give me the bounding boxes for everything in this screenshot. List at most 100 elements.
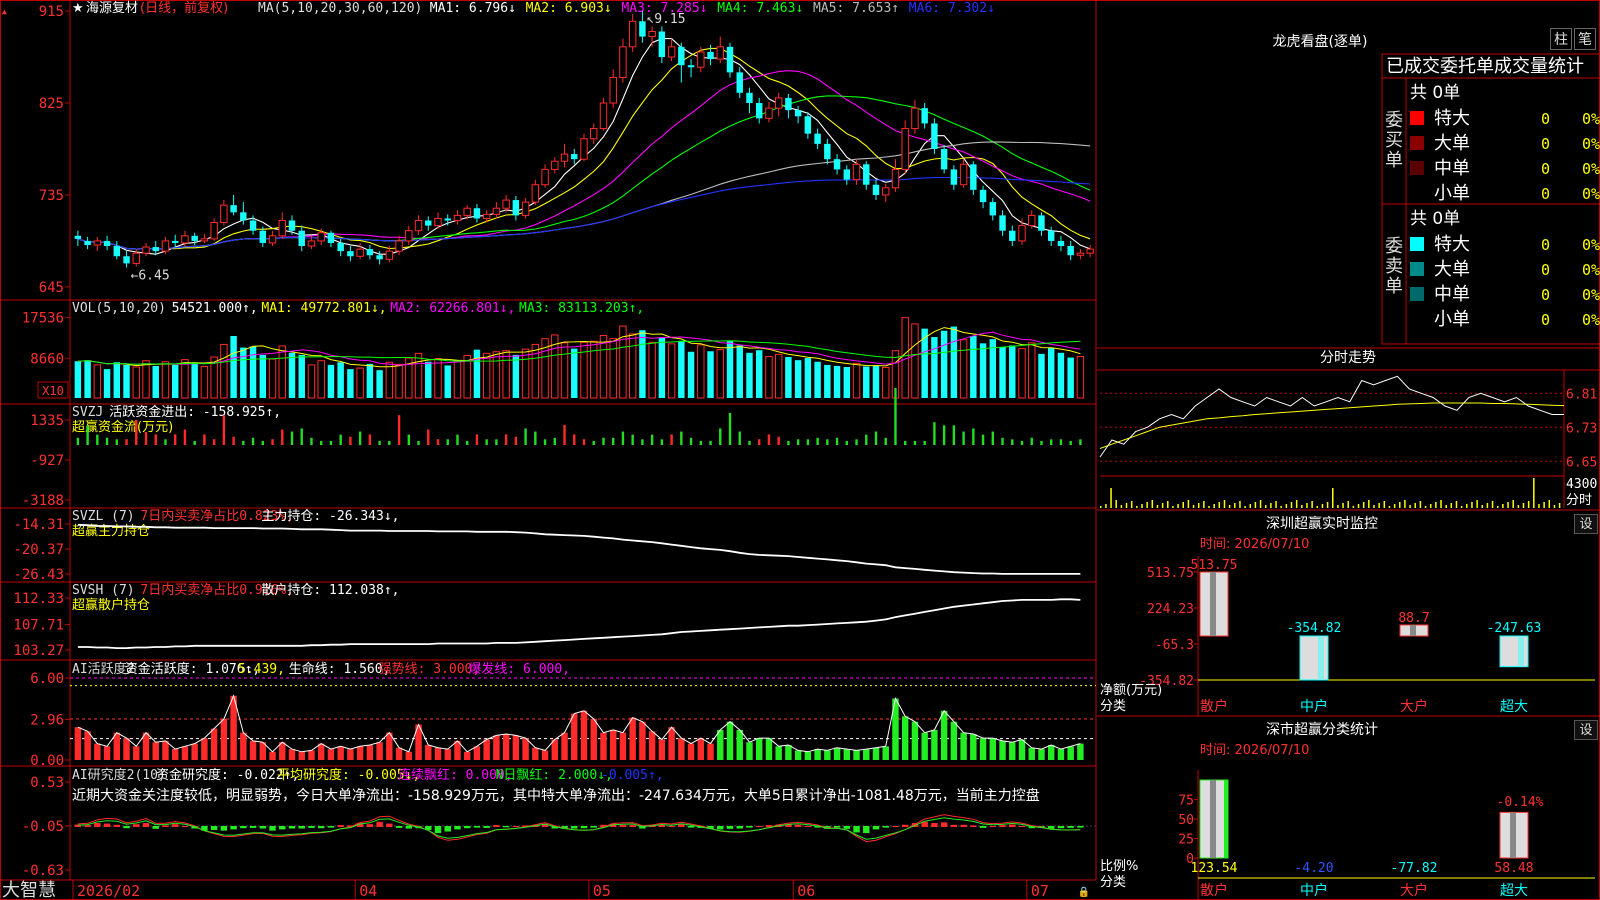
research-bar [872,826,880,830]
monitor-settings-button[interactable]: 设 [1574,514,1598,534]
monitor-category-label: 大户 [1400,698,1428,715]
fund-flow-bar [981,434,985,445]
volume-bar [123,364,130,398]
fund-flow-bar [320,440,323,445]
research-bar [444,826,451,832]
intraday-volume-bar [1208,506,1210,508]
tick-view-button[interactable]: 笔 [1574,28,1596,50]
intraday-volume-bar [1548,500,1551,508]
activity-bar [629,717,636,760]
active-value: 5.439, [238,662,285,677]
candle-body [181,235,189,244]
stock-chart-window[interactable]: 915 825 735 645 ▲ ★ 海源复材 (日线，前复权) MA(5,10,20,30,… [0,0,1600,900]
buy-orders-label-char: 买 [1385,130,1403,151]
fund-flow-bar [378,440,381,445]
classify-bar-value: 58.48 [1494,861,1533,876]
activity-bar [648,731,656,760]
volume-bar [1018,348,1026,399]
fund-flow-bar [105,437,109,445]
intraday-volume-bar [1228,505,1231,508]
research-bar [123,826,130,829]
fund-flow-bar [495,439,498,445]
volume-bar [259,354,267,398]
volume-ma-20 [77,340,1081,365]
price-tick-label: 645 [39,280,64,296]
candle-body [463,207,471,216]
volume-bar [230,335,237,398]
candle-body [678,46,685,66]
ma-value: MA5: 7.653↑ [813,1,899,16]
intraday-volume-bar [1352,506,1355,508]
activity-bar [84,731,91,760]
intraday-volume-bar [1337,505,1339,508]
activity-bar [94,743,101,760]
research-value: -0.005↑, [601,768,664,783]
intraday-volume-bar [1342,503,1344,508]
fund-flow-bar [894,388,897,445]
fund-flow-bar [573,434,576,445]
date-label: 2026/02 [77,882,140,900]
activity-bar [405,751,413,760]
activity-bar [483,739,490,760]
activity-bar [502,734,510,760]
research-bar [882,826,889,828]
candle-body [434,217,442,227]
column-view-button[interactable]: 柱 [1550,28,1572,50]
candle-body [571,154,578,160]
activity-bar [736,729,743,760]
activity-bar [74,727,82,760]
order-type-label: 中单 [1434,158,1470,179]
volume-bar [171,364,179,398]
activity-bar [853,750,860,760]
activity-bar [171,749,179,760]
candle-body [697,51,705,68]
monitor-tick-label: 513.75 [1147,566,1194,581]
activity-bar [746,742,753,760]
intraday-volume-bar [1399,502,1401,508]
intraday-volume-bar [1347,501,1349,508]
candle-body [774,97,783,109]
research-bar [746,826,753,828]
intraday-price-label: 6.81 [1566,387,1597,402]
activity-bar [512,735,520,760]
classify-category-label: 大户 [1400,882,1428,899]
volume-bar [288,352,296,398]
intraday-volume-bar [1301,505,1303,508]
intraday-volume-bar [1218,502,1221,508]
intraday-volume-bar [1295,500,1298,508]
intraday-volume-bar [1424,506,1427,508]
fund-flow-bar [767,434,771,445]
intraday-volume-bar [1486,503,1489,508]
vol-value: 54521.000↑, [172,301,258,316]
activity-bar [872,747,880,760]
active-tick-label: 6.00 [30,671,64,687]
vol-value: MA2: 62266.801↓, [390,301,515,316]
fund-flow-bar [670,434,673,445]
activity-bar [707,743,714,760]
price-tick-label: 735 [39,188,64,204]
classify-settings-button[interactable]: 设 [1574,720,1598,740]
candle-body [970,164,977,190]
volume-bar [814,361,821,398]
candle-body [531,184,540,203]
fund-flow-bar [193,440,196,445]
volume-bar [950,326,958,398]
candle-body [123,256,130,264]
fund-flow-bar [660,439,664,445]
candle-body [804,116,812,134]
sell-orders-total: 共 0单 [1410,209,1460,229]
research-bar [240,826,247,829]
fund-flow-bar [144,432,148,445]
research-bar [405,826,413,829]
fund-flow-bar [728,412,732,445]
research-bar [863,826,870,834]
fund-flow-bar [232,436,235,445]
volume-bar [785,357,792,398]
research-red-line [77,814,1081,843]
buy-orders-label-char: 单 [1385,150,1403,171]
research-bar [629,825,636,827]
activity-bar [1067,746,1074,760]
intraday-volume-bar [1326,502,1329,508]
candle-body [1038,215,1045,231]
intraday-volume-bar [1471,502,1473,508]
